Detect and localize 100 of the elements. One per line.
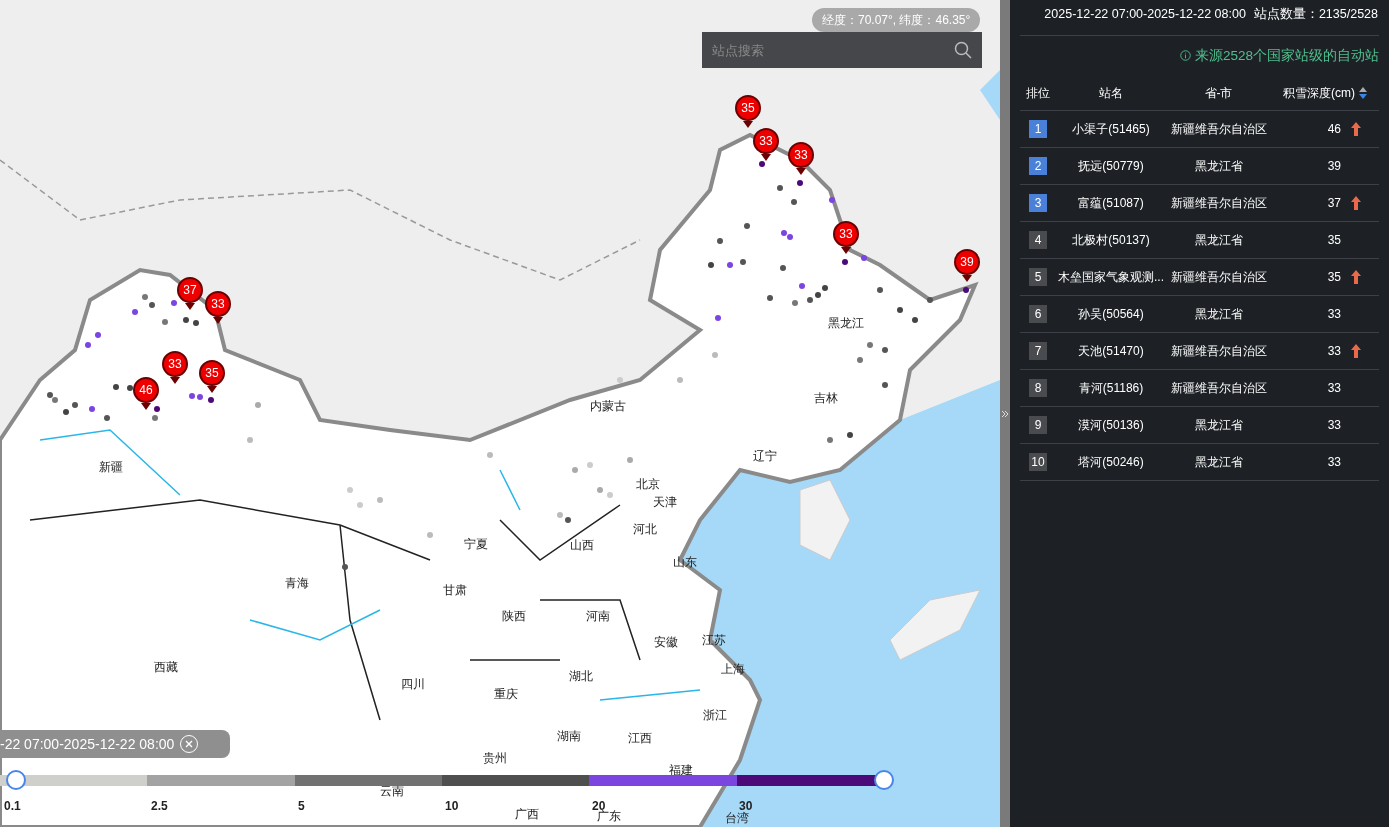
- ranking-row[interactable]: 1 小渠子(51465) 新疆维吾尔自治区 46: [1020, 111, 1379, 148]
- ranking-row[interactable]: 5 木垒国家气象观测... 新疆维吾尔自治区 35: [1020, 259, 1379, 296]
- ranking-row[interactable]: 3 富蕴(51087) 新疆维吾尔自治区 37: [1020, 185, 1379, 222]
- legend-tick-label: 0.1: [4, 800, 21, 812]
- legend-tick-label: 2.5: [151, 800, 168, 812]
- ranking-row[interactable]: 4 北极村(50137) 黑龙江省 35: [1020, 222, 1379, 259]
- snow-depth: 35: [1327, 269, 1341, 286]
- station-name: 漠河(50136): [1078, 417, 1144, 434]
- snow-depth: 33: [1327, 380, 1341, 397]
- ranking-row[interactable]: 2 抚远(50779) 黑龙江省 39: [1020, 148, 1379, 185]
- rank-badge: 6: [1029, 305, 1047, 323]
- province-name: 新疆维吾尔自治区: [1170, 121, 1267, 138]
- region-label: 宁夏: [464, 538, 488, 550]
- region-label: 重庆: [494, 688, 518, 700]
- rank-badge: 5: [1029, 268, 1047, 286]
- rank-badge: 1: [1029, 120, 1047, 138]
- region-label: 云南: [380, 785, 404, 797]
- region-label: 内蒙古: [590, 400, 626, 412]
- ranking-row[interactable]: 8 青河(51186) 新疆维吾尔自治区 33: [1020, 370, 1379, 407]
- coordinates-readout: 经度：70.07°, 纬度：46.35°: [812, 8, 981, 32]
- station-count: 站点数量：2135/2528: [1253, 6, 1378, 23]
- province-name: 新疆维吾尔自治区: [1170, 343, 1267, 360]
- region-label: 台湾: [725, 812, 749, 824]
- station-name: 天池(51470): [1078, 343, 1144, 360]
- province-name: 黑龙江省: [1194, 158, 1243, 175]
- snow-depth: 33: [1327, 417, 1341, 434]
- info-icon: [1179, 50, 1191, 62]
- region-label: 江苏: [702, 634, 726, 646]
- region-label: 上海: [721, 663, 745, 675]
- region-label: 贵州: [483, 752, 507, 764]
- rank-badge: 7: [1029, 342, 1047, 360]
- region-label: 广东: [597, 810, 621, 822]
- ranking-row[interactable]: 7 天池(51470) 新疆维吾尔自治区 33: [1020, 333, 1379, 370]
- ranking-row[interactable]: 6 孙吴(50564) 黑龙江省 33: [1020, 296, 1379, 333]
- region-label: 湖北: [569, 670, 593, 682]
- station-name: 塔河(50246): [1078, 454, 1144, 471]
- legend-tick-label: 5: [298, 800, 305, 812]
- region-label: 新疆: [99, 461, 123, 473]
- region-label: 甘肃: [443, 584, 467, 596]
- column-header: 排位: [1025, 84, 1051, 102]
- region-label: 河北: [633, 523, 657, 535]
- snow-depth: 37: [1327, 195, 1341, 212]
- time-range-text: -22 07:00-2025-12-22 08:00: [0, 734, 175, 754]
- snow-depth: 46: [1327, 121, 1341, 138]
- region-label: 湖南: [557, 730, 581, 742]
- region-label: 陕西: [502, 610, 526, 622]
- station-name: 抚远(50779): [1078, 158, 1144, 175]
- region-label: 四川: [401, 678, 425, 690]
- column-header: 站名: [1098, 84, 1124, 102]
- province-name: 新疆维吾尔自治区: [1170, 380, 1267, 397]
- column-header[interactable]: 积雪深度(cm): [1271, 83, 1355, 102]
- station-name: 北极村(50137): [1072, 232, 1150, 249]
- station-name: 孙吴(50564): [1078, 306, 1144, 323]
- province-name: 黑龙江省: [1194, 454, 1243, 471]
- search-icon[interactable]: [954, 41, 972, 59]
- province-name: 新疆维吾尔自治区: [1170, 195, 1267, 212]
- region-label: 北京: [636, 478, 660, 490]
- province-name: 黑龙江省: [1194, 306, 1243, 323]
- region-label: 河南: [586, 610, 610, 622]
- sort-icon[interactable]: [1358, 85, 1368, 100]
- region-label: 吉林: [814, 392, 838, 404]
- region-label: 江西: [628, 732, 652, 744]
- rank-badge: 3: [1029, 194, 1047, 212]
- region-label: 天津: [653, 496, 677, 508]
- legend-tick-label: 30: [739, 800, 753, 812]
- snow-depth: 33: [1327, 306, 1341, 323]
- rank-badge: 4: [1029, 231, 1047, 249]
- province-name: 新疆维吾尔自治区: [1170, 269, 1267, 286]
- rank-badge: 10: [1029, 453, 1047, 471]
- region-label: 山东: [673, 556, 697, 568]
- region-label: 广西: [515, 808, 539, 820]
- snow-depth: 33: [1327, 343, 1341, 360]
- region-label: 黑龙江: [828, 317, 864, 329]
- snow-depth: 33: [1327, 454, 1341, 471]
- rank-badge: 8: [1029, 379, 1047, 397]
- province-name: 黑龙江省: [1194, 417, 1243, 434]
- station-name: 富蕴(51087): [1078, 195, 1144, 212]
- source-note: 来源2528个国家站级的自动站: [1194, 46, 1379, 65]
- station-name: 木垒国家气象观测...: [1058, 269, 1164, 286]
- legend-tick-label: 10: [445, 800, 459, 812]
- region-label: 西藏: [154, 661, 178, 673]
- rank-badge: 2: [1029, 157, 1047, 175]
- time-period: 2025-12-22 07:00-2025-12-22 08:00: [1044, 6, 1246, 23]
- region-label: 辽宁: [753, 450, 777, 462]
- region-label: 山西: [570, 539, 594, 551]
- region-label: 青海: [285, 577, 309, 589]
- region-label: 浙江: [703, 709, 727, 721]
- snow-depth: 35: [1327, 232, 1341, 249]
- region-label: 福建: [669, 764, 693, 776]
- map[interactable]: 黑龙江 吉林 内蒙古 辽宁 新疆 北京 天津 河北 宁夏 山西 山东 青海 甘肃 陕西 河南 安徽 江苏 西藏 上海 湖北 四川 重庆 浙江 湖南 江西 贵州 福建 云南 广西 广东 台湾 35 33 33 33 39 37 33 33 35 46 经度：70.07°, 纬度：46.35° 站点搜索 -22 07:00-2025-12-22 08:00 0.1 2.5 5 10 20 30: [0, 0, 1000, 827]
- expand-icon[interactable]: [1001, 409, 1009, 418]
- region-label: 安徽: [654, 636, 678, 648]
- province-name: 黑龙江省: [1194, 232, 1243, 249]
- ranking-row[interactable]: 9 漠河(50136) 黑龙江省 33: [1020, 407, 1379, 444]
- snow-depth: 39: [1327, 158, 1341, 175]
- rank-badge: 9: [1029, 416, 1047, 434]
- station-name: 青河(51186): [1078, 380, 1144, 397]
- ranking-row[interactable]: 10 塔河(50246) 黑龙江省 33: [1020, 444, 1379, 481]
- column-header: 省-市: [1203, 84, 1234, 102]
- station-name: 小渠子(51465): [1072, 121, 1150, 138]
